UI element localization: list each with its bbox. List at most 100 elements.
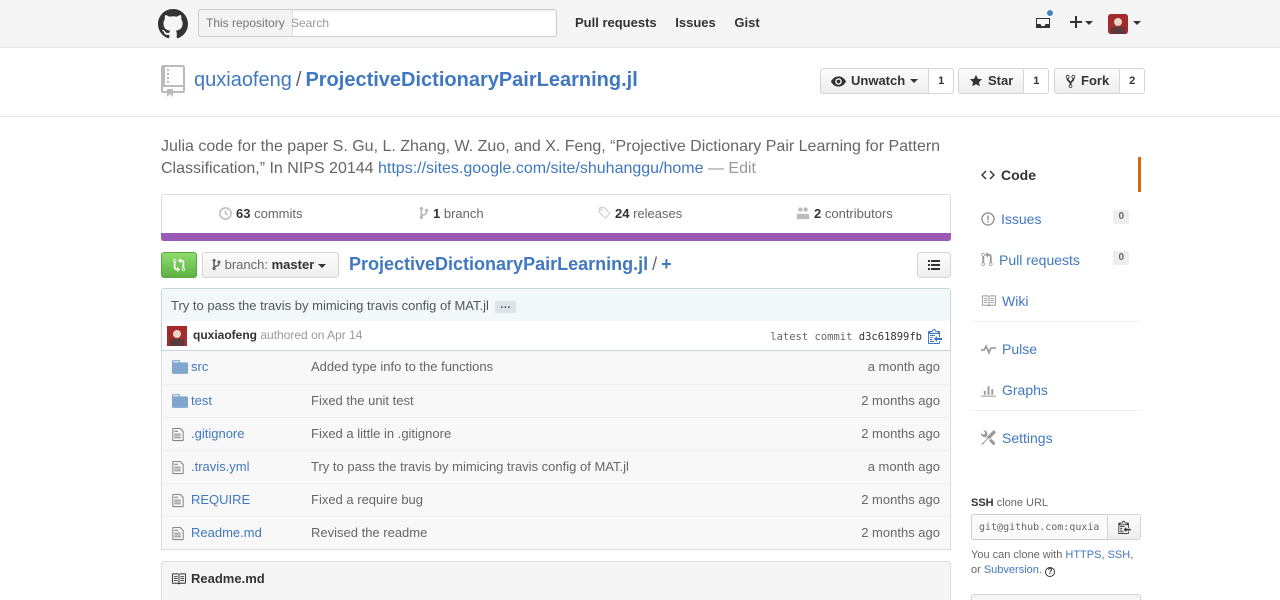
sidenav-issues[interactable]: Issues 0: [971, 198, 1141, 239]
notification-indicator-icon: [1046, 9, 1054, 17]
file-commit-message-link[interactable]: Fixed a require bug: [311, 484, 423, 516]
file-commit-message-link[interactable]: Fixed a little in .gitignore: [311, 418, 451, 450]
top-nav: Pull requests Issues Gist: [575, 0, 775, 46]
breadcrumb: ProjectiveDictionaryPairLearning.jl / +: [349, 252, 672, 276]
folder-icon: [172, 394, 188, 408]
file-age: 2 months ago: [861, 492, 940, 507]
file-name-link[interactable]: REQUIRE: [191, 484, 250, 516]
clone-https-link[interactable]: HTTPS: [1065, 549, 1101, 561]
branch-prefix: branch:: [224, 257, 268, 272]
file-age: 2 months ago: [861, 393, 940, 408]
tools-icon: [981, 430, 996, 445]
contributors-link[interactable]: 2 contributors: [796, 195, 893, 233]
branch-select-button[interactable]: branch: master: [202, 252, 339, 278]
repo-title: quxiaofeng / ProjectiveDictionaryPairLearn…: [194, 69, 638, 92]
sidenav-code[interactable]: Code: [971, 157, 1141, 192]
graph-icon: [981, 385, 996, 397]
branches-count: 1: [433, 206, 441, 221]
fork-button[interactable]: Fork: [1054, 68, 1121, 94]
sidenav-pull-requests[interactable]: Pull requests 0: [971, 239, 1141, 280]
sidenav-settings[interactable]: Settings: [971, 417, 1141, 458]
commit-sha-link[interactable]: d3c61899fb: [859, 331, 922, 343]
file-name-link[interactable]: .travis.yml: [191, 451, 250, 483]
inbox-icon[interactable]: [1035, 15, 1051, 31]
commits-label: commits: [254, 206, 303, 221]
file-name-link[interactable]: .gitignore: [191, 418, 244, 450]
file-commit-message-link[interactable]: Try to pass the travis by mimicing travi…: [311, 451, 629, 483]
fork-count[interactable]: 2: [1120, 68, 1146, 94]
list-icon: [928, 260, 940, 270]
star-group: Star 1: [958, 68, 1050, 94]
file-commit-message-link[interactable]: Added type info to the functions: [311, 351, 493, 383]
clone-url-field[interactable]: [971, 514, 1108, 540]
plus-caret-icon[interactable]: [1085, 21, 1093, 25]
clone-help-suffix: .: [1038, 564, 1042, 576]
star-icon: [969, 74, 983, 87]
help-question-icon[interactable]: ?: [1045, 567, 1056, 577]
branches-label: branch: [443, 206, 484, 221]
file-name-link[interactable]: Readme.md: [191, 517, 262, 549]
sidenav-wiki-label: Wiki: [1002, 292, 1029, 309]
branches-link[interactable]: 1 branch: [419, 195, 484, 233]
file-row[interactable]: .travis.yml Try to pass the travis by mi…: [162, 450, 950, 483]
avatar-caret-icon[interactable]: [1133, 21, 1141, 25]
star-count[interactable]: 1: [1024, 68, 1050, 94]
file-commit-message-link[interactable]: Fixed the unit test: [311, 385, 414, 417]
search-input[interactable]: [291, 10, 553, 36]
pull-request-icon: [981, 252, 993, 267]
nav-gist[interactable]: Gist: [734, 15, 759, 30]
user-avatar[interactable]: [1108, 14, 1128, 34]
repo-sidenav: Code Issues 0 Pull requests 0 Wiki Pulse…: [971, 157, 1141, 458]
watch-count[interactable]: 1: [929, 68, 955, 94]
file-commit-message-link[interactable]: Revised the readme: [311, 517, 427, 549]
download-zip-button[interactable]: [971, 594, 1141, 600]
github-logo-icon[interactable]: [158, 9, 188, 39]
language-bar[interactable]: [161, 233, 951, 241]
file-text-icon: [172, 460, 184, 475]
sidenav-wiki[interactable]: Wiki: [971, 280, 1141, 321]
star-button[interactable]: Star: [958, 68, 1025, 94]
sidenav-graphs[interactable]: Graphs: [971, 369, 1141, 410]
breadcrumb-repo-link[interactable]: ProjectiveDictionaryPairLearning.jl: [349, 254, 648, 274]
releases-link[interactable]: 24 releases: [597, 195, 682, 233]
commit-author-avatar[interactable]: [167, 326, 187, 346]
clone-subversion-link[interactable]: Subversion: [984, 564, 1039, 576]
sidenav-pulse[interactable]: Pulse: [971, 328, 1141, 369]
unwatch-caret-icon: [910, 79, 919, 83]
file-row[interactable]: .gitignore Fixed a little in .gitignore …: [162, 417, 950, 450]
file-row[interactable]: src Added type info to the functions a m…: [162, 351, 950, 384]
file-name-link[interactable]: test: [191, 385, 212, 417]
commit-author-link[interactable]: quxiaofeng: [193, 328, 257, 342]
nav-pull-requests[interactable]: Pull requests: [575, 15, 657, 30]
star-label: Star: [988, 73, 1014, 88]
clipboard-icon[interactable]: [928, 328, 942, 344]
repo-name-link[interactable]: ProjectiveDictionaryPairLearning.jl: [305, 69, 637, 91]
file-age: a month ago: [867, 359, 940, 374]
view-list-button[interactable]: [917, 252, 951, 278]
expand-commit-button[interactable]: …: [494, 299, 516, 313]
commit-message-link[interactable]: Try to pass the travis by mimicing travi…: [171, 298, 489, 313]
search-box: This repository: [198, 9, 557, 37]
unwatch-button[interactable]: Unwatch: [820, 68, 930, 94]
file-row[interactable]: Readme.md Revised the readme 2 months ag…: [162, 516, 950, 549]
edit-description-link[interactable]: — Edit: [708, 160, 756, 177]
plus-icon[interactable]: [1069, 15, 1083, 29]
branch-name: master: [271, 257, 315, 272]
repo-homepage-link[interactable]: https://sites.google.com/site/shuhanggu/…: [378, 160, 704, 177]
file-text-icon: [172, 493, 184, 508]
clone-ssh-link[interactable]: SSH: [1108, 549, 1131, 561]
sidenav-issues-label: Issues: [1001, 210, 1042, 227]
copy-clone-url-button[interactable]: [1107, 514, 1141, 540]
commits-link[interactable]: 63 commits: [219, 195, 302, 233]
file-row[interactable]: REQUIRE Fixed a require bug 2 months ago: [162, 483, 950, 516]
file-list: src Added type info to the functions a m…: [161, 351, 951, 550]
sidenav-pulse-label: Pulse: [1002, 340, 1038, 357]
nav-issues[interactable]: Issues: [675, 15, 715, 30]
repo-owner-link[interactable]: quxiaofeng: [194, 69, 292, 91]
compare-button[interactable]: [161, 252, 197, 278]
file-name-link[interactable]: src: [191, 351, 208, 383]
file-row[interactable]: test Fixed the unit test 2 months ago: [162, 384, 950, 417]
repo-description: Julia code for the paper S. Gu, L. Zhang…: [161, 136, 956, 180]
new-file-button[interactable]: +: [661, 254, 672, 274]
eye-icon: [831, 75, 846, 87]
